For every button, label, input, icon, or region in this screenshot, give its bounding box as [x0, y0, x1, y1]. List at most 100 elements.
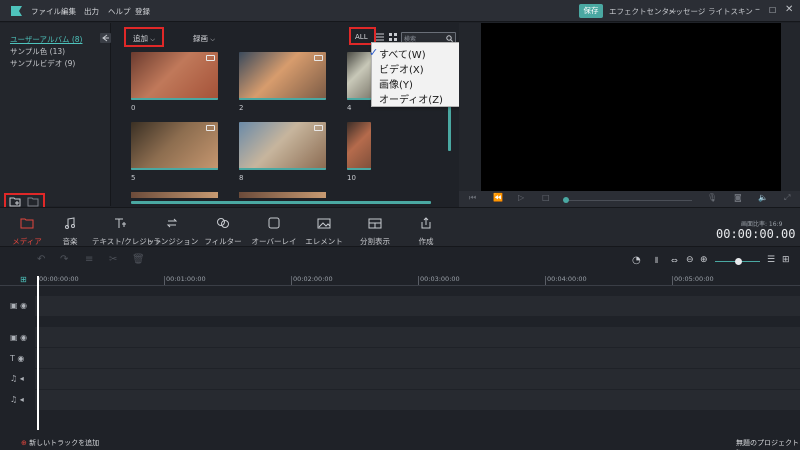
menu-register[interactable]: 登録	[135, 6, 150, 17]
grid-view-icon[interactable]	[389, 33, 397, 41]
close-icon[interactable]: ✕	[785, 4, 793, 15]
add-track-button[interactable]: ⊕ 新しいトラックを追加	[21, 438, 99, 448]
video-track-2[interactable]	[35, 327, 800, 347]
media-thumbnail[interactable]	[239, 52, 326, 100]
all-filter-button[interactable]: ALL	[355, 33, 368, 41]
check-icon: ✓	[369, 46, 379, 59]
menu-option-audio[interactable]: オーディオ(Z)	[379, 91, 443, 106]
video-icon	[314, 125, 323, 131]
thumbnail-underline	[131, 168, 218, 170]
fullscreen-icon[interactable]: ⤢	[784, 193, 790, 203]
image-icon	[317, 218, 331, 229]
collapse-panel-button[interactable]	[100, 33, 111, 43]
volume-icon[interactable]: 🔈	[758, 193, 768, 202]
video-track-1[interactable]	[35, 296, 800, 316]
list-icon[interactable]: ☰	[767, 255, 775, 265]
preview-margin	[459, 23, 481, 191]
zoom-slider-handle[interactable]	[735, 258, 742, 265]
add-track-label: 新しいトラックを追加	[29, 439, 100, 447]
step-back-icon[interactable]: ⏪	[493, 193, 503, 202]
redo-icon[interactable]: ↷	[60, 254, 68, 265]
music-track-icon-2: ♫ ◂	[10, 395, 24, 404]
video-icon	[206, 125, 215, 131]
progress-track[interactable]	[564, 200, 692, 201]
menu-help[interactable]: ヘルプ	[108, 6, 131, 17]
text-icon	[115, 218, 126, 228]
menu-export[interactable]: 出力	[84, 6, 99, 17]
media-thumbnail-partial[interactable]	[131, 192, 218, 198]
ruler-tick-label: 00:04:00:00	[547, 275, 587, 283]
effect-center-tab[interactable]: エフェクトセンター	[609, 6, 677, 17]
light-skin-tab[interactable]: ライトスキン	[708, 6, 753, 17]
thumbnail-underline	[347, 168, 371, 170]
fit-icon[interactable]: ⇔	[671, 256, 678, 265]
ruler-tick-label: 00:00:00:00	[39, 275, 79, 283]
media-thumbnail[interactable]	[239, 122, 326, 170]
menu-option-image[interactable]: 画像(Y)	[379, 76, 413, 91]
music-track-icon: ♫ ◂	[10, 374, 24, 383]
play-icon[interactable]: ▷	[518, 193, 524, 202]
progress-handle[interactable]	[563, 197, 569, 203]
menu-option-all[interactable]: すべて(W)	[379, 46, 426, 61]
menu-option-video[interactable]: ビデオ(X)	[379, 61, 424, 76]
undo-icon[interactable]: ↶	[37, 254, 45, 265]
maximize-icon[interactable]: ☐	[769, 6, 776, 15]
playhead[interactable]	[37, 276, 39, 430]
snapshot-icon[interactable]: ◙	[734, 193, 742, 202]
grid-icon[interactable]: ⊞	[782, 255, 790, 265]
search-icon	[446, 35, 453, 42]
thumbnail-underline	[131, 98, 218, 100]
media-thumbnail[interactable]	[131, 122, 218, 170]
save-button[interactable]: 保存	[579, 4, 603, 18]
tab-export[interactable]: 作成	[396, 210, 456, 248]
ruler-tick	[672, 276, 673, 285]
messages-tab[interactable]: メッセージ	[668, 6, 705, 17]
thumbnail-underline	[239, 98, 326, 100]
list-view-icon[interactable]	[376, 33, 384, 41]
media-thumbnail[interactable]	[131, 52, 218, 100]
add-button-label: 追加	[133, 34, 148, 43]
library-hscrollbar[interactable]	[131, 201, 431, 204]
speed-icon[interactable]: ◔	[632, 255, 641, 266]
skip-back-icon[interactable]: ⏮	[469, 193, 476, 203]
menu-file[interactable]: ファイル	[31, 6, 61, 17]
ruler-tick-label: 00:03:00:00	[420, 275, 460, 283]
delete-folder-icon[interactable]	[27, 197, 39, 207]
audio-mixer-icon[interactable]: ⫴	[655, 256, 658, 266]
chevron-down-icon: ⌵	[210, 36, 215, 43]
text-track[interactable]	[35, 348, 800, 368]
tab-label: 作成	[418, 237, 434, 246]
ruler-tick-label: 00:05:00:00	[674, 275, 714, 283]
microphone-icon[interactable]: 🎙	[707, 193, 717, 202]
add-folder-icon[interactable]	[9, 197, 21, 207]
album-sample-videos[interactable]: サンプルビデオ (9)	[10, 58, 75, 69]
stop-icon[interactable]: □	[542, 193, 550, 202]
media-thumbnail[interactable]	[347, 122, 371, 170]
tab-music-note[interactable]: 音楽	[40, 210, 100, 248]
music-track-2[interactable]	[35, 390, 800, 410]
settings-lines-icon[interactable]: ≡	[85, 254, 93, 265]
media-thumbnail[interactable]	[347, 52, 371, 100]
ruler-tick	[291, 276, 292, 285]
thumbnail-underline	[347, 98, 371, 100]
record-button[interactable]: 録画 ⌵	[193, 33, 215, 44]
zoom-in-icon[interactable]: ⊕	[700, 255, 708, 265]
music-note-icon	[65, 217, 75, 229]
music-track-1[interactable]	[35, 369, 800, 389]
video-track-icon: ▣ ◉	[10, 301, 28, 310]
thumbnail-label: 8	[239, 174, 244, 182]
tab-text[interactable]: テキスト/クレジット	[92, 210, 162, 248]
chevron-down-icon: ⌵	[150, 36, 155, 43]
add-button[interactable]: 追加 ⌵	[133, 33, 155, 44]
menu-edit[interactable]: 編集	[61, 6, 76, 17]
export-icon	[421, 217, 431, 229]
zoom-out-icon[interactable]: ⊖	[686, 255, 694, 265]
minimize-icon[interactable]: –	[755, 4, 760, 15]
delete-icon[interactable]: 🗑	[132, 254, 145, 265]
media-thumbnail-partial[interactable]	[239, 192, 326, 198]
filter-icon	[217, 218, 229, 228]
snap-icon[interactable]: ⊞	[20, 275, 27, 284]
cut-icon[interactable]: ✂	[109, 254, 117, 265]
album-sample-colors[interactable]: サンプル色 (13)	[10, 46, 65, 57]
album-user[interactable]: ユーザーアルバム (8)	[10, 34, 82, 45]
